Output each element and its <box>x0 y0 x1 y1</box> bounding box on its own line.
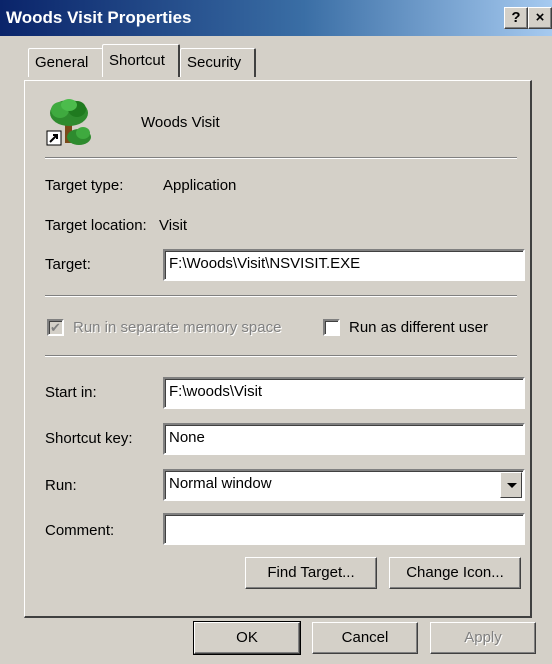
target-field[interactable]: F:\Woods\Visit\NSVISIT.EXE <box>163 249 525 281</box>
shortcut-key-field[interactable]: None <box>163 423 525 455</box>
divider <box>45 157 517 159</box>
tab-label: General <box>35 54 89 71</box>
start-in-field[interactable]: F:\woods\Visit <box>163 377 525 409</box>
run-separate-memory-checkbox[interactable]: ✔ <box>47 319 64 336</box>
shortcut-name: Woods Visit <box>141 114 220 131</box>
apply-button[interactable]: Apply <box>430 622 536 654</box>
run-as-different-user-checkbox[interactable] <box>323 319 340 336</box>
title-bar[interactable]: Woods Visit Properties ? × <box>0 0 552 36</box>
find-target-button[interactable]: Find Target... <box>245 557 377 589</box>
comment-label: Comment: <box>45 522 115 539</box>
divider <box>45 295 517 297</box>
comment-field[interactable] <box>163 513 525 545</box>
shortcut-key-field-value: None <box>169 429 205 446</box>
ok-button[interactable]: OK <box>193 621 301 655</box>
target-label: Target: <box>45 256 91 273</box>
window-title: Woods Visit Properties <box>6 8 192 27</box>
target-type-label: Target type: <box>45 177 124 194</box>
run-select[interactable]: Normal window <box>163 469 525 501</box>
cancel-button[interactable]: Cancel <box>312 622 418 654</box>
close-button[interactable]: × <box>528 7 552 29</box>
help-button[interactable]: ? <box>504 7 528 29</box>
run-label: Run: <box>45 477 77 494</box>
target-type-value: Application <box>163 177 237 194</box>
change-icon-button[interactable]: Change Icon... <box>389 557 521 589</box>
tab-security[interactable]: Security <box>180 48 256 77</box>
tab-general[interactable]: General <box>28 48 104 77</box>
target-field-value: F:\Woods\Visit\NSVISIT.EXE <box>169 255 361 272</box>
start-in-field-value: F:\woods\Visit <box>169 383 263 400</box>
chevron-down-icon[interactable] <box>500 472 522 498</box>
divider <box>45 355 517 357</box>
tab-label: Shortcut <box>109 52 165 69</box>
run-select-value: Normal window <box>169 475 272 492</box>
target-location-value: Visit <box>159 217 188 234</box>
tree-shortcut-icon <box>45 97 93 147</box>
tab-shortcut[interactable]: Shortcut <box>102 44 180 77</box>
run-separate-memory-label: Run in separate memory space <box>73 319 282 336</box>
tab-label: Security <box>187 54 242 71</box>
run-as-different-user-label: Run as different user <box>349 319 488 336</box>
shortcut-tab-panel: Woods Visit Target type: Application Tar… <box>24 80 532 618</box>
shortcut-key-label: Shortcut key: <box>45 430 133 447</box>
target-location-label: Target location: <box>45 217 147 234</box>
start-in-label: Start in: <box>45 384 97 401</box>
